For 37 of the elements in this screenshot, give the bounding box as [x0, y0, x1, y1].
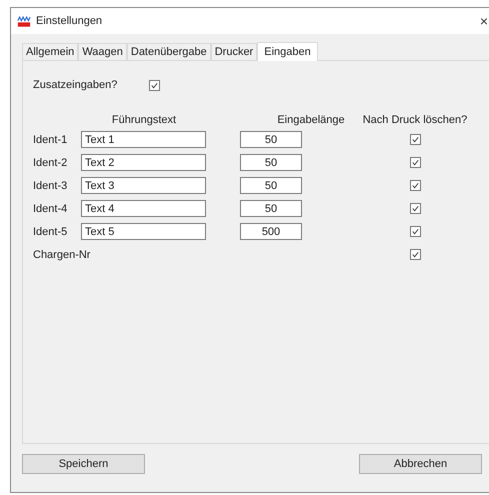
tab[interactable]: Waagen	[78, 43, 127, 60]
column-header: Eingabelänge	[276, 114, 346, 128]
length-field[interactable]: 50	[240, 200, 302, 217]
option-label: Zusatzeingaben?	[33, 79, 118, 91]
checkbox[interactable]	[410, 157, 420, 168]
length-field[interactable]: 50	[240, 131, 302, 148]
text-field[interactable]: Text 3	[81, 177, 206, 194]
checkbox[interactable]	[410, 226, 420, 237]
cancel-button[interactable]: Abbrechen	[359, 454, 482, 474]
checkbox[interactable]	[410, 203, 420, 214]
row-label: Ident-1	[33, 134, 68, 146]
length-field[interactable]: 50	[240, 154, 302, 171]
row-label: Ident-4	[33, 202, 68, 214]
tab[interactable]: Eingaben	[257, 42, 318, 61]
row-label: Ident-2	[33, 156, 68, 168]
tab[interactable]: Datenübergabe	[126, 43, 211, 60]
tab[interactable]: Drucker	[210, 43, 258, 60]
checkbox[interactable]	[410, 180, 420, 191]
checkbox[interactable]	[149, 80, 160, 90]
text-field[interactable]: Text 5	[81, 223, 206, 240]
text-field[interactable]: Text 4	[81, 200, 206, 217]
tab[interactable]: Allgemein	[22, 43, 78, 60]
window-title: Einstellungen	[36, 15, 102, 27]
column-header: Führungstext	[110, 114, 178, 128]
row-label: Ident-3	[33, 180, 68, 192]
checkbox[interactable]	[410, 249, 420, 260]
length-field[interactable]: 500	[240, 223, 302, 240]
text-field[interactable]: Text 1	[81, 131, 206, 148]
row-label: Chargen-Nr	[33, 248, 90, 260]
row-label: Ident-5	[33, 226, 68, 238]
close-button[interactable]: ×	[478, 13, 489, 29]
logo-icon	[17, 14, 31, 28]
checkbox[interactable]	[410, 134, 420, 145]
length-field[interactable]: 50	[240, 177, 302, 194]
save-button[interactable]: Speichern	[22, 454, 145, 474]
text-field[interactable]: Text 2	[81, 154, 206, 171]
column-header: Nach Druck löschen?	[362, 114, 468, 128]
